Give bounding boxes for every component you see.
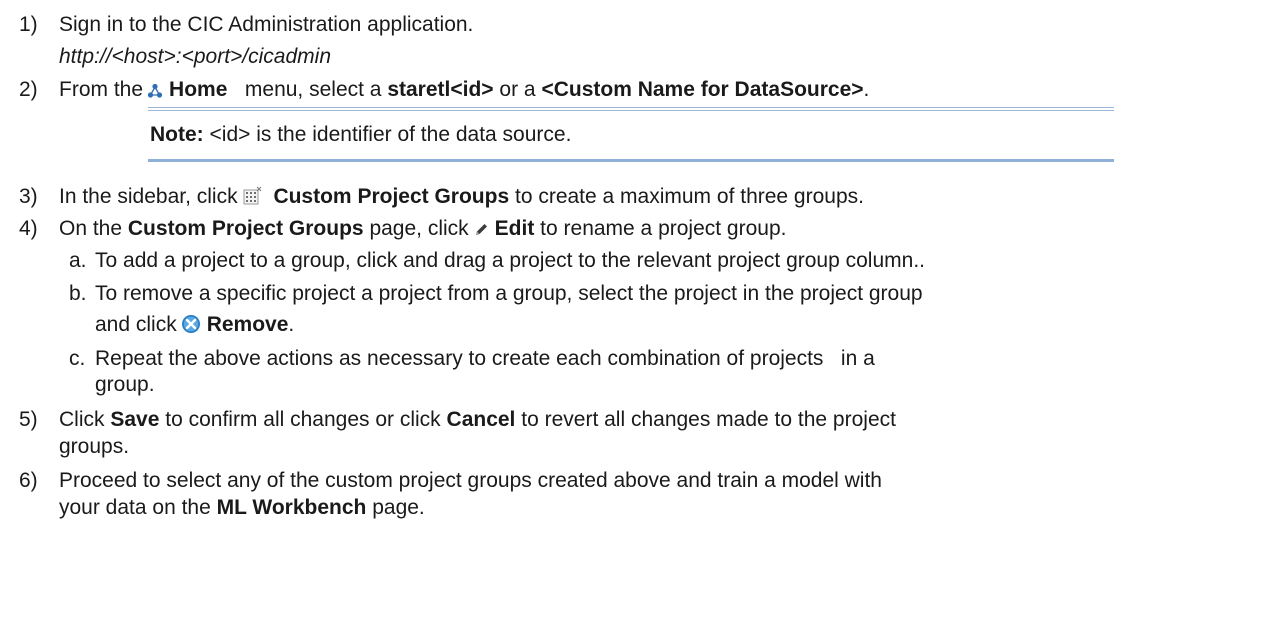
step-number: 2) [19, 78, 38, 101]
substep-c-cont: group. [95, 373, 155, 396]
substep-letter: c. [69, 347, 86, 370]
remove-label: Remove [206, 313, 289, 336]
step-6-text: Proceed to select any of the custom proj… [59, 469, 882, 492]
step-2-mid: menu, select a [244, 78, 382, 101]
instructions-document: 1) Sign in to the CIC Administration app… [0, 0, 1271, 638]
substep-b-text: To remove a specific project a project f… [95, 282, 923, 305]
step-5-text: Click Save to confirm all changes or cli… [59, 407, 896, 433]
step-5-post: to revert all changes made to the projec… [521, 408, 896, 431]
step-number: 6) [19, 469, 38, 492]
substep-letter: a. [69, 249, 87, 272]
step-6-cont-pre: your data on the [59, 496, 211, 519]
custom-datasource-name: <Custom Name for DataSource> [541, 78, 864, 101]
step-2-pre: From the [59, 78, 144, 101]
step-4-pre: On the [59, 217, 123, 240]
step-4-text: On the Custom Project Groups page, click… [59, 216, 786, 245]
step-1-text: Sign in to the CIC Administration applic… [59, 13, 474, 36]
substep-b-cont: and click Remove. [95, 312, 294, 341]
edit-label: Edit [494, 217, 535, 240]
step-6-cont: your data on the ML Workbench page. [59, 495, 425, 521]
save-label: Save [110, 408, 160, 431]
step-5-cont: groups. [59, 435, 130, 458]
step-3-post: to create a maximum of three groups. [514, 185, 864, 208]
step-6-cont-post: page. [372, 496, 425, 519]
ml-workbench-label: ML Workbench [216, 496, 367, 519]
custom-project-groups-label: Custom Project Groups [273, 185, 510, 208]
step-number: 4) [19, 217, 38, 240]
substep-b-cont-post: . [288, 313, 295, 336]
note-bottom-rule [148, 159, 1114, 162]
note-body: <id> is the identifier of the data sourc… [209, 123, 572, 146]
note-label: Note: [150, 123, 204, 146]
note-text: Note: <id> is the identifier of the data… [150, 122, 571, 148]
substep-c-text: Repeat the above actions as necessary to… [95, 347, 875, 370]
substep-b-cont-pre: and click [95, 313, 177, 336]
remove-x-icon [181, 314, 201, 341]
step-number: 3) [19, 185, 38, 208]
cicadmin-url: http://<host>:<port>/cicadmin [59, 45, 331, 68]
substep-a-text: To add a project to a group, click and d… [95, 249, 925, 272]
staretl-datasource: staretl<id> [387, 78, 494, 101]
note-top-rule [148, 107, 1114, 111]
step-5-pre: Click [59, 408, 105, 431]
step-3-pre: In the sidebar, click [59, 185, 238, 208]
step-4-mid: page, click [369, 217, 469, 240]
custom-project-groups-icon [242, 186, 262, 213]
step-5-mid: to confirm all changes or click [165, 408, 441, 431]
step-2-or: or a [499, 78, 536, 101]
step-2-text: From the Home menu, select a staretl<id> … [59, 77, 869, 106]
step-4-post: to rename a project group. [540, 217, 787, 240]
cancel-label: Cancel [446, 408, 516, 431]
step-number: 1) [19, 13, 38, 36]
step-3-text: In the sidebar, click Custom Project Gro… [59, 184, 864, 213]
home-menu-label: Home [169, 78, 228, 101]
home-icon [147, 80, 163, 106]
substep-letter: b. [69, 282, 87, 305]
note-box: Note: <id> is the identifier of the data… [148, 107, 1114, 162]
pencil-edit-icon [473, 219, 489, 245]
step-2-end: . [863, 78, 870, 101]
step-number: 5) [19, 408, 38, 431]
custom-project-groups-page: Custom Project Groups [127, 217, 364, 240]
